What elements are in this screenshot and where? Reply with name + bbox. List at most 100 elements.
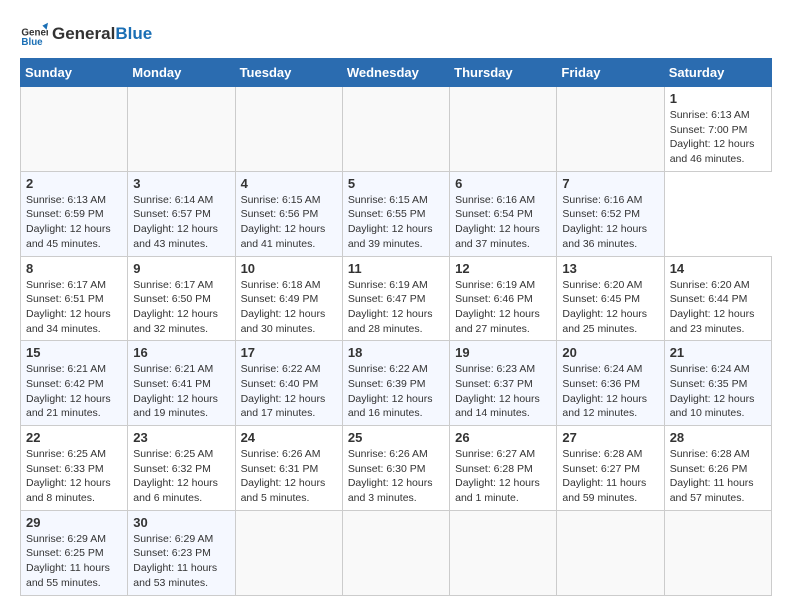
day-info: Sunrise: 6:21 AMSunset: 6:41 PMDaylight:…	[133, 362, 229, 421]
day-number: 30	[133, 515, 229, 530]
day-number: 2	[26, 176, 122, 191]
calendar-day-cell: 4 Sunrise: 6:15 AMSunset: 6:56 PMDaylight…	[235, 171, 342, 256]
day-info: Sunrise: 6:22 AMSunset: 6:40 PMDaylight:…	[241, 362, 337, 421]
day-info: Sunrise: 6:24 AMSunset: 6:35 PMDaylight:…	[670, 362, 766, 421]
day-number: 12	[455, 261, 551, 276]
day-of-week-header: Saturday	[664, 59, 771, 87]
day-number: 15	[26, 345, 122, 360]
day-number: 7	[562, 176, 658, 191]
day-of-week-header: Thursday	[450, 59, 557, 87]
calendar-day-cell: 27 Sunrise: 6:28 AMSunset: 6:27 PMDayligh…	[557, 426, 664, 511]
day-number: 4	[241, 176, 337, 191]
calendar-week-row: 15 Sunrise: 6:21 AMSunset: 6:42 PMDayligh…	[21, 341, 772, 426]
calendar-day-cell: 7 Sunrise: 6:16 AMSunset: 6:52 PMDaylight…	[557, 171, 664, 256]
day-of-week-header: Wednesday	[342, 59, 449, 87]
calendar-week-row: 2Sunrise: 6:13 AMSunset: 6:59 PMDaylight…	[21, 171, 772, 256]
calendar-table: SundayMondayTuesdayWednesdayThursdayFrid…	[20, 58, 772, 596]
day-info: Sunrise: 6:19 AMSunset: 6:47 PMDaylight:…	[348, 278, 444, 337]
svg-text:Blue: Blue	[21, 37, 43, 48]
calendar-day-cell: 26 Sunrise: 6:27 AMSunset: 6:28 PMDayligh…	[450, 426, 557, 511]
logo-general: General	[52, 24, 115, 43]
calendar-day-cell: 2Sunrise: 6:13 AMSunset: 6:59 PMDaylight…	[21, 171, 128, 256]
calendar-day-cell: 1Sunrise: 6:13 AMSunset: 7:00 PMDaylight…	[664, 87, 771, 172]
calendar-day-cell	[128, 87, 235, 172]
calendar-day-cell: 18 Sunrise: 6:22 AMSunset: 6:39 PMDayligh…	[342, 341, 449, 426]
day-info: Sunrise: 6:29 AMSunset: 6:25 PMDaylight:…	[26, 532, 122, 591]
day-info: Sunrise: 6:29 AMSunset: 6:23 PMDaylight:…	[133, 532, 229, 591]
day-number: 5	[348, 176, 444, 191]
day-info: Sunrise: 6:27 AMSunset: 6:28 PMDaylight:…	[455, 447, 551, 506]
day-number: 3	[133, 176, 229, 191]
day-number: 20	[562, 345, 658, 360]
day-number: 10	[241, 261, 337, 276]
day-of-week-header: Friday	[557, 59, 664, 87]
calendar-day-cell: 6 Sunrise: 6:16 AMSunset: 6:54 PMDaylight…	[450, 171, 557, 256]
day-of-week-header: Tuesday	[235, 59, 342, 87]
calendar-day-cell: 29 Sunrise: 6:29 AMSunset: 6:25 PMDayligh…	[21, 510, 128, 595]
calendar-day-cell: 20 Sunrise: 6:24 AMSunset: 6:36 PMDayligh…	[557, 341, 664, 426]
calendar-day-cell	[557, 87, 664, 172]
day-number: 21	[670, 345, 766, 360]
day-info: Sunrise: 6:28 AMSunset: 6:27 PMDaylight:…	[562, 447, 658, 506]
day-number: 28	[670, 430, 766, 445]
day-info: Sunrise: 6:16 AMSunset: 6:54 PMDaylight:…	[455, 193, 551, 252]
header: General Blue GeneralBlue	[20, 20, 772, 48]
calendar-day-cell: 8Sunrise: 6:17 AMSunset: 6:51 PMDaylight…	[21, 256, 128, 341]
day-number: 29	[26, 515, 122, 530]
logo-blue: Blue	[115, 24, 152, 43]
calendar-day-cell: 5 Sunrise: 6:15 AMSunset: 6:55 PMDaylight…	[342, 171, 449, 256]
day-number: 11	[348, 261, 444, 276]
day-number: 25	[348, 430, 444, 445]
calendar-day-cell: 19 Sunrise: 6:23 AMSunset: 6:37 PMDayligh…	[450, 341, 557, 426]
calendar-day-cell: 30 Sunrise: 6:29 AMSunset: 6:23 PMDayligh…	[128, 510, 235, 595]
day-info: Sunrise: 6:19 AMSunset: 6:46 PMDaylight:…	[455, 278, 551, 337]
calendar-day-cell	[342, 510, 449, 595]
calendar-day-cell	[450, 510, 557, 595]
day-info: Sunrise: 6:25 AMSunset: 6:33 PMDaylight:…	[26, 447, 122, 506]
calendar-day-cell: 23Sunrise: 6:25 AMSunset: 6:32 PMDayligh…	[128, 426, 235, 511]
day-info: Sunrise: 6:22 AMSunset: 6:39 PMDaylight:…	[348, 362, 444, 421]
calendar-day-cell	[235, 87, 342, 172]
calendar-day-cell: 22 Sunrise: 6:25 AMSunset: 6:33 PMDayligh…	[21, 426, 128, 511]
calendar-day-cell	[664, 510, 771, 595]
calendar-body: 1Sunrise: 6:13 AMSunset: 7:00 PMDaylight…	[21, 87, 772, 596]
day-info: Sunrise: 6:26 AMSunset: 6:31 PMDaylight:…	[241, 447, 337, 506]
calendar-day-cell	[557, 510, 664, 595]
calendar-day-cell: 10 Sunrise: 6:18 AMSunset: 6:49 PMDayligh…	[235, 256, 342, 341]
day-info: Sunrise: 6:24 AMSunset: 6:36 PMDaylight:…	[562, 362, 658, 421]
day-number: 6	[455, 176, 551, 191]
day-info: Sunrise: 6:15 AMSunset: 6:55 PMDaylight:…	[348, 193, 444, 252]
day-number: 9	[133, 261, 229, 276]
calendar-day-cell: 28 Sunrise: 6:28 AMSunset: 6:26 PMDayligh…	[664, 426, 771, 511]
day-number: 23	[133, 430, 229, 445]
calendar-week-row: 1Sunrise: 6:13 AMSunset: 7:00 PMDaylight…	[21, 87, 772, 172]
day-number: 26	[455, 430, 551, 445]
day-info: Sunrise: 6:21 AMSunset: 6:42 PMDaylight:…	[26, 362, 122, 421]
day-info: Sunrise: 6:17 AMSunset: 6:51 PMDaylight:…	[26, 278, 122, 337]
calendar-day-cell	[235, 510, 342, 595]
day-of-week-header: Sunday	[21, 59, 128, 87]
calendar-day-cell: 13Sunrise: 6:20 AMSunset: 6:45 PMDayligh…	[557, 256, 664, 341]
calendar-day-cell: 11 Sunrise: 6:19 AMSunset: 6:47 PMDayligh…	[342, 256, 449, 341]
calendar-header-row: SundayMondayTuesdayWednesdayThursdayFrid…	[21, 59, 772, 87]
calendar-day-cell: 14Sunrise: 6:20 AMSunset: 6:44 PMDayligh…	[664, 256, 771, 341]
calendar-week-row: 8Sunrise: 6:17 AMSunset: 6:51 PMDaylight…	[21, 256, 772, 341]
day-info: Sunrise: 6:26 AMSunset: 6:30 PMDaylight:…	[348, 447, 444, 506]
day-number: 22	[26, 430, 122, 445]
day-number: 17	[241, 345, 337, 360]
day-number: 27	[562, 430, 658, 445]
day-number: 18	[348, 345, 444, 360]
day-number: 19	[455, 345, 551, 360]
day-number: 13	[562, 261, 658, 276]
calendar-day-cell: 15 Sunrise: 6:21 AMSunset: 6:42 PMDayligh…	[21, 341, 128, 426]
day-number: 16	[133, 345, 229, 360]
day-info: Sunrise: 6:15 AMSunset: 6:56 PMDaylight:…	[241, 193, 337, 252]
day-info: Sunrise: 6:23 AMSunset: 6:37 PMDaylight:…	[455, 362, 551, 421]
calendar-day-cell: 9Sunrise: 6:17 AMSunset: 6:50 PMDaylight…	[128, 256, 235, 341]
calendar-day-cell	[342, 87, 449, 172]
logo-icon: General Blue	[20, 20, 48, 48]
day-info: Sunrise: 6:16 AMSunset: 6:52 PMDaylight:…	[562, 193, 658, 252]
logo: General Blue GeneralBlue	[20, 20, 152, 48]
day-info: Sunrise: 6:18 AMSunset: 6:49 PMDaylight:…	[241, 278, 337, 337]
day-info: Sunrise: 6:28 AMSunset: 6:26 PMDaylight:…	[670, 447, 766, 506]
